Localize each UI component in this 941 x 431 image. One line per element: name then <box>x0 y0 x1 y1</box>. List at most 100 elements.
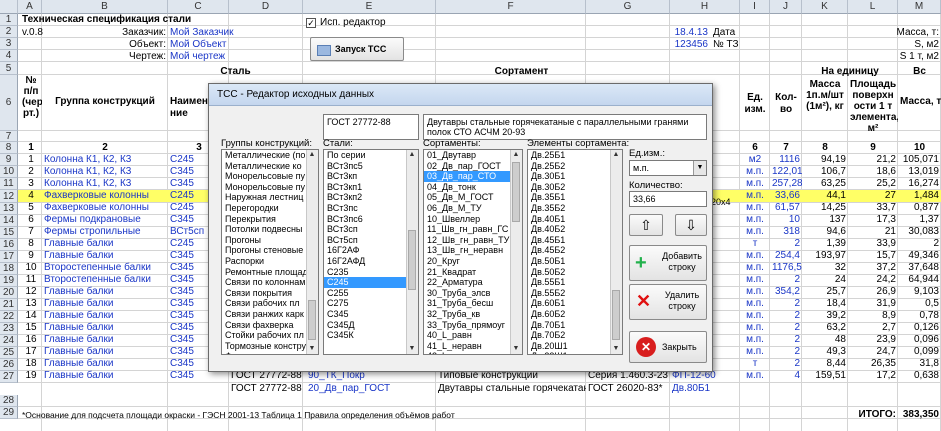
cell-qty[interactable]: 2 <box>770 238 802 250</box>
row-header-5[interactable]: 5 <box>0 62 18 75</box>
scroll-thumb[interactable] <box>612 290 620 340</box>
cell-area[interactable]: 17,3 <box>848 214 898 226</box>
cell-area[interactable]: 8,9 <box>848 310 898 322</box>
row-header-9[interactable]: 9 <box>0 154 18 166</box>
list-item[interactable]: Прогоны <box>222 235 318 246</box>
cell-group[interactable]: Главные балки <box>42 238 168 250</box>
scroll-down-icon[interactable]: ▼ <box>611 344 621 354</box>
cell-m1[interactable]: 106,7 <box>802 166 848 178</box>
scroll-up-icon[interactable]: ▲ <box>407 150 417 160</box>
cell-mass[interactable]: 0,5 <box>898 298 941 310</box>
row-header-7[interactable]: 7 <box>0 131 18 142</box>
cell-group[interactable]: Главные балки <box>42 334 168 346</box>
row-header-18[interactable]: 18 <box>0 263 18 275</box>
column-header-K[interactable]: K <box>802 0 848 14</box>
list-item[interactable]: Связи ранжих карк <box>222 309 318 320</box>
list-item[interactable]: С235 <box>324 267 418 278</box>
list-item[interactable]: Дв.35Б1 <box>528 192 622 203</box>
cell-qty[interactable]: 318 <box>770 226 802 238</box>
scroll-thumb[interactable] <box>512 162 520 222</box>
list-item[interactable]: Дв.40Б1 <box>528 214 622 225</box>
cell-unit[interactable]: м.п. <box>740 214 770 226</box>
cell-qty[interactable]: 2 <box>770 310 802 322</box>
list-item[interactable]: Связи покрытия <box>222 288 318 299</box>
list-item[interactable]: Металлические (по <box>222 150 318 161</box>
cell-area[interactable]: 15,7 <box>848 250 898 262</box>
cell-m1[interactable]: 137 <box>802 214 848 226</box>
cell-m1[interactable]: 49,3 <box>802 346 848 358</box>
gost-field[interactable]: ГОСТ 27772-88 <box>323 114 419 140</box>
list-item[interactable]: 16Г2АФД <box>324 256 418 267</box>
cell-mass[interactable]: 9,103 <box>898 286 941 298</box>
list-item[interactable]: Дв.25Б1 <box>528 150 622 161</box>
cell-unit[interactable]: м.п. <box>740 190 770 202</box>
steels-listbox[interactable]: По серии ВСт3пс5 ВСт3кп ВСт3кп1 ВСт3кп2 ВСт3п… <box>323 149 419 355</box>
cell-group[interactable]: Колонна К1, К2, К3 <box>42 178 168 190</box>
list-item[interactable]: 40_L_равн <box>424 330 522 341</box>
cell-group[interactable]: Главные балки <box>42 310 168 322</box>
list-item[interactable]: ВСт3кп2 <box>324 192 418 203</box>
cell-area[interactable]: 21,2 <box>848 154 898 166</box>
list-item[interactable]: Связи фахверка <box>222 320 318 331</box>
list-item[interactable]: Потолки подвесны <box>222 224 318 235</box>
list-item[interactable]: 33_Труба_прямоуг <box>424 320 522 331</box>
cell-group[interactable]: Второстепенные балки <box>42 274 168 286</box>
scroll-down-icon[interactable]: ▼ <box>511 344 521 354</box>
row-header-27[interactable]: 27 <box>0 371 18 383</box>
column-header-L[interactable]: L <box>848 0 898 14</box>
list-item[interactable]: ВСт3пс5 <box>324 161 418 172</box>
cell-group[interactable]: Главные балки <box>42 250 168 262</box>
scroll-thumb[interactable] <box>408 230 416 290</box>
cell-area[interactable]: 24,2 <box>848 274 898 286</box>
cell-mass[interactable]: 0,638 <box>898 370 941 382</box>
cell-n[interactable]: 18 <box>20 358 42 370</box>
row-header-15[interactable]: 15 <box>0 227 18 239</box>
cell-group[interactable]: Колонна К1, К2, К3 <box>42 166 168 178</box>
list-item[interactable]: 42_L_равн_гн <box>424 351 522 354</box>
cell-area[interactable]: 31,9 <box>848 298 898 310</box>
list-item[interactable]: Перекрытия <box>222 214 318 225</box>
use-editor-checkbox[interactable]: ✓ <box>306 18 316 28</box>
cell-group[interactable]: Главные балки <box>42 370 168 382</box>
list-item[interactable]: Ремонтные площад <box>222 267 318 278</box>
list-item[interactable]: 12_Шв_гн_равн_ТУ <box>424 235 522 246</box>
list-item[interactable]: Связи по колоннам <box>222 277 318 288</box>
cell-mass[interactable]: 2 <box>898 238 941 250</box>
row-header-26[interactable]: 26 <box>0 359 18 371</box>
cell-unit[interactable]: т <box>740 358 770 370</box>
list-item[interactable]: С245 <box>324 277 418 288</box>
row-header-19[interactable]: 19 <box>0 275 18 287</box>
list-item[interactable]: С255 <box>324 288 418 299</box>
date-value[interactable]: 18.4.13 <box>670 27 710 39</box>
column-header-H[interactable]: H <box>670 0 740 14</box>
cell-m1[interactable]: 32 <box>802 262 848 274</box>
close-button[interactable]: ✕ Закрыть <box>629 331 707 363</box>
cell-n[interactable]: 6 <box>20 214 42 226</box>
tss-launch-button[interactable]: Запуск ТСС <box>310 37 404 61</box>
cell-m1[interactable]: 18,4 <box>802 298 848 310</box>
list-item[interactable]: С345Д <box>324 320 418 331</box>
list-item[interactable]: 22_Арматура <box>424 277 522 288</box>
row-header-29[interactable]: 29 <box>0 407 18 419</box>
cell-qty[interactable]: 1116 <box>770 154 802 166</box>
list-item[interactable]: 13_Шв_гн_неравн <box>424 245 522 256</box>
cell-mass[interactable]: 16,274 <box>898 178 941 190</box>
cell-m1[interactable]: 8,44 <box>802 358 848 370</box>
groups-listbox[interactable]: Металлические (по Металлические ко Монорел… <box>221 149 319 355</box>
cell-mass[interactable]: 13,019 <box>898 166 941 178</box>
cell-area[interactable]: 26,35 <box>848 358 898 370</box>
cell-area[interactable]: 25,2 <box>848 178 898 190</box>
list-item[interactable]: 20_Круг <box>424 256 522 267</box>
list-item[interactable]: По серии <box>324 150 418 161</box>
list-item[interactable]: Дв.60Б1 <box>528 298 622 309</box>
list-item[interactable]: 02_Дв_пар_ГОСТ <box>424 161 522 172</box>
cell-qty[interactable]: 122,01 <box>770 166 802 178</box>
list-item[interactable]: Дв.50Б2 <box>528 267 622 278</box>
column-header-G[interactable]: G <box>586 0 670 14</box>
row-header-23[interactable]: 23 <box>0 323 18 335</box>
list-item[interactable]: 03_Дв_пар_СТО <box>424 171 522 182</box>
row-header-17[interactable]: 17 <box>0 251 18 263</box>
cell-n[interactable]: 1 <box>20 154 42 166</box>
cell-mass[interactable]: 64,944 <box>898 274 941 286</box>
cell-area[interactable]: 21 <box>848 226 898 238</box>
